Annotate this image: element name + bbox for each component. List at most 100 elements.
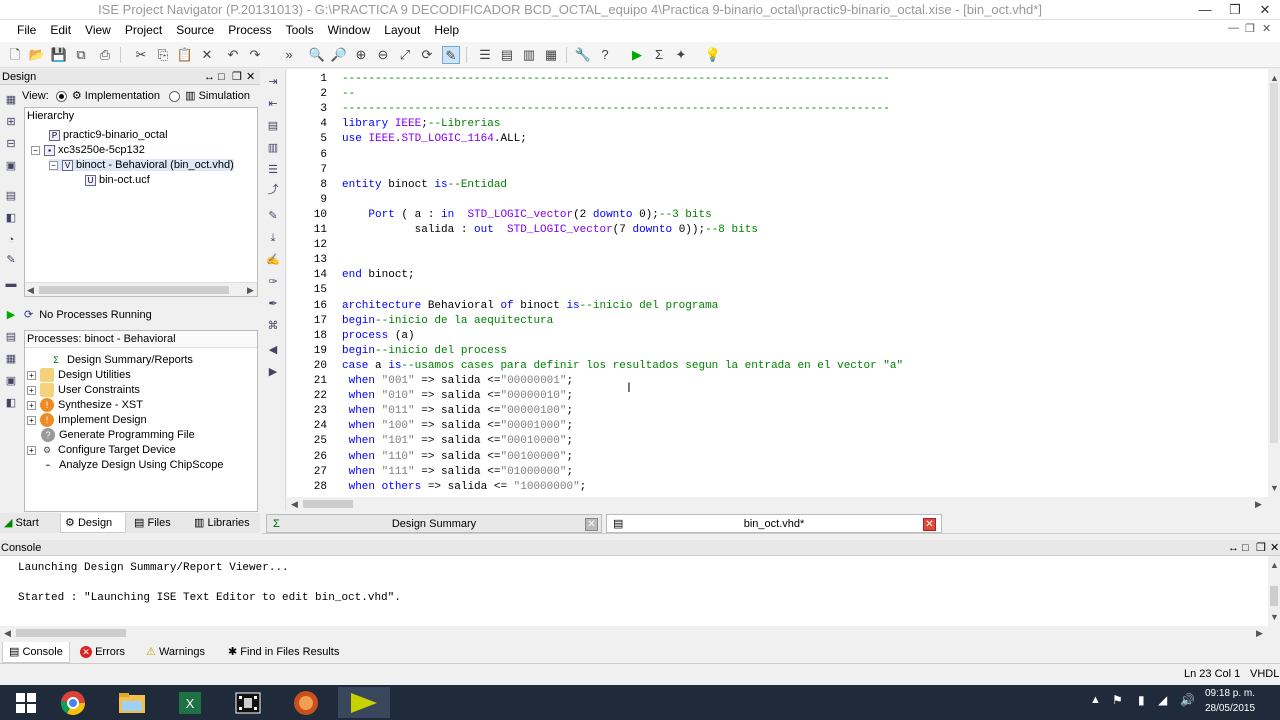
taskbar-explorer[interactable]: [106, 687, 158, 718]
tray-volume-icon[interactable]: 🔊: [1180, 693, 1195, 707]
tray-time[interactable]: 09:18 p. m.: [1200, 688, 1260, 699]
panel-float-icon[interactable]: ↔: [1228, 540, 1239, 556]
process-item[interactable]: Σ Design Summary/Reports: [49, 353, 193, 367]
process-collapse-icon[interactable]: ▣: [4, 374, 18, 388]
rerun-icon[interactable]: ✦: [672, 46, 690, 64]
code-line[interactable]: when "111" => salida <="01000000";: [342, 466, 573, 478]
uncomment-icon[interactable]: ▥: [266, 141, 280, 155]
panel-max-icon[interactable]: ❐: [1256, 540, 1266, 556]
tree-item-device[interactable]: − ▪ xc3s250e-5cp132: [31, 144, 145, 156]
maximize-button[interactable]: ❐: [1220, 0, 1250, 20]
panel-close-icon[interactable]: ✕: [246, 69, 255, 85]
scroll-thumb[interactable]: [39, 286, 229, 294]
code-line[interactable]: process (a): [342, 330, 415, 342]
scroll-thumb[interactable]: [303, 500, 353, 508]
code-line[interactable]: entity binoct is--Entidad: [342, 179, 507, 191]
process-item[interactable]: ? Generate Programming File: [41, 428, 195, 442]
edit-mode-icon[interactable]: ✎: [442, 46, 460, 64]
zoom-in-icon[interactable]: 🔍: [308, 46, 326, 64]
panel-float-icon[interactable]: ↔: [204, 69, 215, 85]
code-line[interactable]: when "001" => salida <="00000001";: [342, 375, 573, 387]
properties-icon[interactable]: ▤: [4, 189, 18, 203]
menu-view[interactable]: View: [78, 20, 118, 40]
marker-icon[interactable]: ✑: [266, 275, 280, 289]
scroll-thumb[interactable]: [1270, 83, 1278, 443]
code-line[interactable]: library IEEE;--Librerias: [342, 118, 500, 130]
template-icon[interactable]: ✎: [266, 209, 280, 223]
implementation-radio[interactable]: [55, 90, 67, 102]
code-line[interactable]: architecture Behavioral of binoct is--in…: [342, 300, 718, 312]
process-item[interactable]: + User Constraints: [27, 383, 140, 397]
menu-file[interactable]: File: [10, 20, 43, 40]
process-expand-icon[interactable]: ◧: [4, 396, 18, 410]
zoom-full-icon[interactable]: ⊕: [352, 46, 370, 64]
zoom-out-icon[interactable]: 🔎: [330, 46, 348, 64]
tree-item-ucf[interactable]: Ubin-oct.ucf: [85, 174, 150, 186]
tree-item-module[interactable]: − Vbinoct - Behavioral (bin_oct.vhd): [49, 159, 234, 171]
code-line[interactable]: when others => salida <= "10000000";: [342, 481, 587, 493]
add-copy-icon[interactable]: ⊟: [4, 137, 18, 151]
refresh-icon[interactable]: ⟳: [418, 46, 436, 64]
process-item[interactable]: + ⚙ Configure Target Device: [27, 443, 176, 457]
indent-icon[interactable]: ⇥: [266, 75, 280, 89]
pen-icon[interactable]: ✍: [266, 253, 280, 267]
goto-icon[interactable]: ⤓: [266, 231, 280, 245]
undo-icon[interactable]: ↶: [224, 46, 242, 64]
open-file-icon[interactable]: 📂: [28, 46, 46, 64]
bookmark-next-icon[interactable]: ✒: [266, 297, 280, 311]
expand-icon[interactable]: +: [27, 445, 36, 455]
scroll-left-icon[interactable]: ◀: [27, 283, 34, 297]
tab-errors[interactable]: ✕ Errors: [74, 642, 131, 663]
collapse-icon[interactable]: −: [31, 145, 40, 155]
menu-help[interactable]: Help: [427, 20, 466, 40]
scroll-right-icon[interactable]: ▶: [1255, 497, 1262, 511]
panel-min-icon[interactable]: □: [218, 69, 225, 85]
tile-horizontal-icon[interactable]: ▤: [498, 46, 516, 64]
expand-icon[interactable]: +: [27, 370, 36, 380]
scroll-left-icon[interactable]: ◀: [291, 497, 298, 511]
taskbar-excel[interactable]: X: [164, 687, 216, 718]
tab-warnings[interactable]: ⚠ Warnings: [140, 642, 211, 663]
edit-icon[interactable]: ✎: [4, 253, 18, 267]
process-item[interactable]: + Design Utilities: [27, 368, 131, 382]
menu-project[interactable]: Project: [118, 20, 169, 40]
design-props-icon[interactable]: ◧: [4, 211, 18, 225]
editor-vscroll[interactable]: ▲ ▼: [1268, 69, 1280, 497]
tools-icon[interactable]: 🔧: [574, 46, 592, 64]
code-line[interactable]: when "101" => salida <="00010000";: [342, 435, 573, 447]
add-source-icon[interactable]: ⊞: [4, 115, 18, 129]
help-context-icon[interactable]: ?: [596, 46, 614, 64]
cut-icon[interactable]: ✂: [132, 46, 150, 64]
close-button[interactable]: ✕: [1250, 0, 1280, 20]
editor-hscroll[interactable]: ◀ ▶: [287, 497, 1280, 511]
menu-edit[interactable]: Edit: [43, 20, 78, 40]
panel-min-icon[interactable]: □: [1242, 540, 1249, 556]
code-line[interactable]: begin--inicio del process: [342, 345, 507, 357]
code-line[interactable]: ----------------------------------------…: [342, 103, 890, 115]
comment-icon[interactable]: ▤: [266, 119, 280, 133]
language-template-icon[interactable]: ⌘: [266, 319, 280, 333]
code-line[interactable]: --: [342, 88, 355, 100]
tray-battery-icon[interactable]: ▮: [1138, 693, 1145, 707]
menu-layout[interactable]: Layout: [377, 20, 427, 40]
panel-max-icon[interactable]: ❐: [232, 69, 242, 85]
scroll-thumb[interactable]: [16, 629, 126, 637]
library-icon[interactable]: ▣: [4, 159, 18, 173]
tab-close-icon[interactable]: ✕: [923, 518, 936, 531]
tree-item-project[interactable]: Ppractic9-binario_octal: [49, 129, 168, 141]
tray-date[interactable]: 28/05/2015: [1200, 703, 1260, 714]
collapse-icon[interactable]: −: [49, 160, 58, 170]
panel-close-icon[interactable]: ✕: [1270, 540, 1279, 556]
code-line[interactable]: begin--inicio de la aequitectura: [342, 315, 553, 327]
find-next-icon[interactable]: ⤴: [266, 183, 280, 197]
console-output[interactable]: Launching Design Summary/Report Viewer..…: [0, 556, 1268, 626]
process-item[interactable]: +! Implement Design: [27, 413, 147, 427]
code-line[interactable]: end binoct;: [342, 269, 415, 281]
bookmark-icon[interactable]: ☰: [266, 163, 280, 177]
scroll-thumb[interactable]: [1270, 586, 1278, 606]
tab-close-icon[interactable]: ✕: [585, 518, 598, 531]
back-icon[interactable]: ◀: [266, 343, 280, 357]
doc-minimize-icon[interactable]: —: [1228, 22, 1239, 34]
code-line[interactable]: salida : out STD_LOGIC_vector(7 downto 0…: [342, 224, 758, 236]
hierarchy-hscroll[interactable]: ◀ ▶: [25, 282, 257, 296]
